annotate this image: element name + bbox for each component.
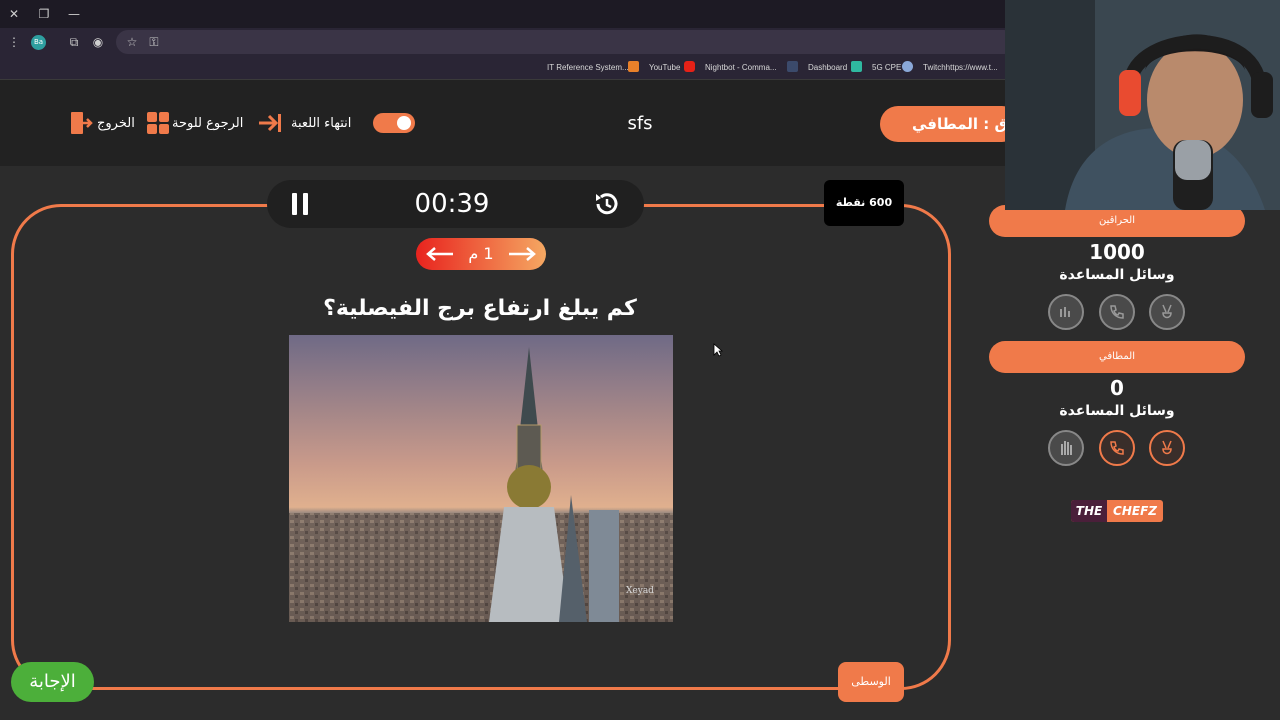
phone-icon [1110, 441, 1124, 455]
peace-hand-icon [1162, 304, 1172, 319]
end-arrow-icon[interactable] [258, 111, 282, 135]
restore-window-icon[interactable]: ❐ [34, 4, 54, 24]
phone-icon [1110, 305, 1124, 319]
close-window-icon[interactable]: ✕ [4, 4, 24, 24]
aid-call-friend-button[interactable] [1099, 430, 1135, 466]
google-lens-icon[interactable]: ◉ [90, 34, 106, 50]
gear-icon [397, 116, 411, 130]
bookmark-it-reference[interactable]: IT Reference System... [547, 61, 629, 75]
bookmark-twitch[interactable]: Twitchhttps://www.t... [923, 61, 998, 75]
globe-icon [902, 61, 913, 72]
points-badge: 600 نقطة [824, 180, 904, 226]
address-bar[interactable] [116, 30, 1016, 54]
aid-call-friend-button[interactable] [1099, 294, 1135, 330]
timer-display: 00:39 [414, 189, 490, 219]
end-game-button[interactable]: انتهاء اللعبة [291, 114, 351, 134]
bookmark-dashboard[interactable]: Dashboard [808, 61, 847, 75]
game-title: sfs [627, 113, 653, 134]
arrow-left-icon[interactable] [426, 246, 454, 262]
profile-avatar[interactable]: Ba [31, 35, 46, 50]
bookmark-5g-cpe[interactable]: 5G CPE [872, 61, 901, 75]
team-name-pill: المطافي [989, 341, 1245, 373]
mouse-cursor-icon [713, 343, 723, 357]
arrow-right-icon[interactable] [508, 246, 536, 262]
minimize-window-icon[interactable]: — [64, 4, 84, 24]
logo-text-the: THE [1071, 500, 1107, 522]
extensions-icon[interactable]: ⧉ [66, 34, 82, 50]
answer-button[interactable]: الإجابة [11, 662, 94, 702]
bookmark-youtube[interactable]: YouTube [649, 61, 680, 75]
bookmark-star-icon[interactable]: ☆ [124, 34, 140, 50]
back-to-board-button[interactable]: الرجوع للوحة [172, 114, 243, 134]
category-badge: الوسطى [838, 662, 904, 702]
current-turn-badge: ق : المطافي [880, 106, 1020, 142]
bookmark-favicon-icon [628, 61, 639, 72]
hand-stop-icon [1061, 441, 1072, 455]
image-watermark: Xeyad [626, 586, 654, 596]
aid-double-answer-button[interactable] [1048, 294, 1084, 330]
aids-label: وسائل المساعدة [1059, 403, 1175, 419]
round-label: 1 م [468, 244, 494, 263]
nightbot-icon [787, 61, 798, 72]
exit-door-icon[interactable] [69, 111, 93, 135]
question-text: كم يبلغ ارتفاع برج الفيصلية؟ [323, 296, 637, 321]
settings-toggle[interactable] [373, 113, 415, 133]
dashboard-icon [851, 61, 862, 72]
aids-label: وسائل المساعدة [1059, 267, 1175, 283]
password-key-icon[interactable]: ⚿ [146, 34, 162, 50]
question-image [289, 335, 673, 622]
restart-timer-icon[interactable] [593, 190, 621, 218]
pause-icon[interactable] [290, 192, 310, 216]
menu-dots-icon[interactable]: ⋮ [6, 34, 22, 50]
aid-hand-button[interactable] [1149, 294, 1185, 330]
peace-hand-icon [1162, 440, 1172, 455]
team-score: 0 [1110, 376, 1124, 400]
exit-button[interactable]: الخروج [97, 114, 135, 134]
aid-hand-button[interactable] [1149, 430, 1185, 466]
youtube-icon [684, 61, 695, 72]
app-root: ✕ ❐ — ⋮ Ba ⧉ ◉ ☆ ⚿ IT Reference System..… [0, 0, 1280, 720]
webcam-overlay [1005, 0, 1280, 210]
bookmark-nightbot[interactable]: Nightbot - Comma... [705, 61, 777, 75]
logo-text-chefz: CHEFZ [1113, 504, 1157, 518]
board-grid-icon[interactable] [146, 111, 170, 135]
two-hands-icon [1060, 307, 1070, 317]
team-score: 1000 [1089, 240, 1145, 264]
aid-stop-button[interactable] [1048, 430, 1084, 466]
